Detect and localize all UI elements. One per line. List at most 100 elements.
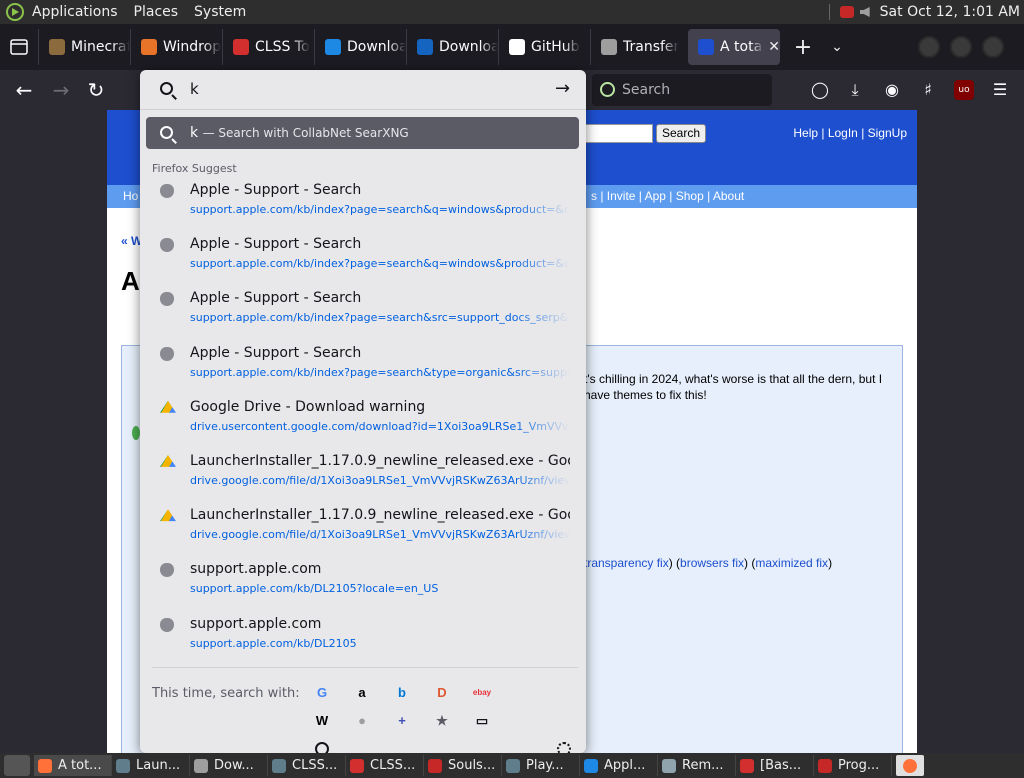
- maximized-fix-link[interactable]: maximized fix: [755, 556, 828, 570]
- history-icon[interactable]: [315, 742, 329, 753]
- tab-title: Transfer: [623, 39, 680, 55]
- tab-6[interactable]: Transfer: [590, 29, 682, 65]
- prog-icon: [818, 758, 832, 773]
- clss-icon: [233, 39, 249, 55]
- suggest-result[interactable]: Apple - Support - Search support.apple.co…: [140, 341, 586, 395]
- pocket-icon[interactable]: ◯: [810, 80, 830, 100]
- ublock-origin-icon[interactable]: uo: [954, 80, 974, 100]
- taskbar-item-label: Play...: [526, 758, 564, 773]
- url-input[interactable]: k →: [140, 70, 586, 110]
- tab-2[interactable]: CLSS To: [222, 29, 314, 65]
- firefox-view-button[interactable]: [0, 24, 38, 70]
- tab-title: A total: [720, 39, 765, 55]
- menu-places[interactable]: Places: [134, 4, 179, 20]
- heuristic-text: k — Search with CollabNet SearXNG: [190, 125, 409, 141]
- google-icon[interactable]: G: [312, 683, 332, 703]
- suggest-result[interactable]: Apple - Support - Search support.apple.co…: [140, 178, 586, 232]
- searx-icon[interactable]: ●: [352, 711, 372, 731]
- wikipedia-icon[interactable]: W: [312, 711, 332, 731]
- search-engine-icon: [600, 82, 615, 97]
- suggest-result[interactable]: support.apple.com support.apple.com/kb/DL…: [140, 557, 586, 611]
- volume-icon[interactable]: [859, 7, 870, 17]
- tabs-icon[interactable]: ▭: [472, 711, 492, 731]
- bookmarks-star-icon[interactable]: ★: [432, 711, 452, 731]
- taskbar-item[interactable]: CLSS...: [346, 755, 424, 776]
- tab-title: Minecraft: [71, 39, 130, 55]
- menu-icon[interactable]: ☰: [990, 80, 1010, 100]
- suggest-result[interactable]: LauncherInstaller_1.17.0.9_newline_relea…: [140, 449, 586, 503]
- taskbar-item[interactable]: Prog...: [814, 755, 892, 776]
- settings-gear-icon[interactable]: [557, 742, 571, 753]
- suggest-result[interactable]: Apple - Support - Search support.apple.co…: [140, 232, 586, 286]
- search-icon: [160, 82, 173, 95]
- taskbar-item[interactable]: Souls...: [424, 755, 502, 776]
- task-list: A tot... Laun... Dow... CLSS... CLSS... Souls…: [34, 755, 892, 776]
- taskbar-item[interactable]: Rem...: [658, 755, 736, 776]
- tab-title: Downloa: [347, 39, 406, 55]
- result-url: drive.usercontent.google.com/download?id…: [190, 419, 570, 433]
- taskbar-item-label: A tot...: [58, 758, 102, 773]
- taskbar-item[interactable]: Dow...: [190, 755, 268, 776]
- taskbar-item[interactable]: Appl...: [580, 755, 658, 776]
- fix-close-paren: ): [828, 556, 833, 570]
- firefox-launcher-icon[interactable]: [896, 755, 924, 776]
- site-nav-home[interactable]: Ho: [123, 185, 138, 208]
- maximize-button[interactable]: [950, 36, 972, 58]
- suggest-result[interactable]: LauncherInstaller_1.17.0.9_newline_relea…: [140, 503, 586, 557]
- url-input-text[interactable]: k: [190, 80, 199, 98]
- tab-4[interactable]: Downloa: [406, 29, 498, 65]
- result-url: support.apple.com/kb/DL2105?locale=en_US: [190, 582, 439, 596]
- site-account-links[interactable]: Help | LogIn | SignUp: [793, 126, 907, 140]
- tab-7[interactable]: A total ✕: [688, 29, 780, 65]
- forward-button[interactable]: →: [49, 78, 73, 102]
- amazon-icon[interactable]: a: [352, 683, 372, 703]
- site-search-button[interactable]: Search: [656, 124, 706, 143]
- result-title: Apple - Support - Search: [190, 182, 362, 198]
- site-nav-links[interactable]: s | Invite | App | Shop | About: [591, 185, 744, 208]
- taskbar-item[interactable]: [Bas...: [736, 755, 814, 776]
- close-window-button[interactable]: [982, 36, 1004, 58]
- taskbar-item[interactable]: A tot...: [34, 755, 112, 776]
- add-engine-icon[interactable]: +: [392, 711, 412, 731]
- tab-3[interactable]: Downloa: [314, 29, 406, 65]
- firefox-icon: [38, 758, 52, 773]
- recording-indicator-icon[interactable]: [839, 6, 854, 18]
- extensions-icon[interactable]: ♯: [918, 80, 938, 100]
- show-desktop-icon[interactable]: [4, 755, 30, 776]
- account-icon[interactable]: ◉: [882, 80, 902, 100]
- taskbar-item-label: Dow...: [214, 758, 254, 773]
- taskbar-item-label: Prog...: [838, 758, 880, 773]
- tab-5[interactable]: GitHub: [498, 29, 590, 65]
- suggest-result[interactable]: Google Drive - Download warning drive.use…: [140, 395, 586, 449]
- tab-0[interactable]: Minecraft: [38, 29, 130, 65]
- menu-system[interactable]: System: [194, 4, 246, 20]
- download-icon: [325, 39, 341, 55]
- clock[interactable]: Sat Oct 12, 1:01 AM: [880, 4, 1020, 20]
- back-button[interactable]: ←: [12, 78, 36, 102]
- transparency-fix-link[interactable]: transparency fix: [584, 556, 669, 570]
- list-all-tabs-button[interactable]: ⌄: [820, 39, 854, 55]
- oneoff-label: This time, search with:: [152, 686, 300, 701]
- menu-applications[interactable]: Applications: [32, 4, 118, 20]
- tab-title: Windrop: [163, 39, 222, 55]
- taskbar-item[interactable]: CLSS...: [268, 755, 346, 776]
- new-tab-button[interactable]: +: [786, 35, 820, 60]
- suggest-result[interactable]: support.apple.com support.apple.com/kb/DL…: [140, 612, 586, 666]
- reload-button[interactable]: ↻: [84, 78, 108, 102]
- heuristic-search-result[interactable]: k — Search with CollabNet SearXNG: [146, 117, 579, 149]
- heuristic-query: k: [190, 125, 199, 141]
- ebay-icon[interactable]: ebay: [472, 683, 492, 703]
- browsers-fix-link[interactable]: browsers fix: [680, 556, 744, 570]
- minimize-button[interactable]: [918, 36, 940, 58]
- close-tab-icon[interactable]: ✕: [768, 39, 780, 55]
- duckduckgo-icon[interactable]: D: [432, 683, 452, 703]
- search-bar[interactable]: Search: [592, 74, 772, 106]
- taskbar-item[interactable]: Play...: [502, 755, 580, 776]
- applications-logo-icon[interactable]: [6, 3, 24, 21]
- go-arrow-icon[interactable]: →: [555, 78, 570, 99]
- suggest-result[interactable]: Apple - Support - Search support.apple.co…: [140, 286, 586, 340]
- downloads-icon[interactable]: ⤓: [845, 80, 865, 100]
- taskbar-item[interactable]: Laun...: [112, 755, 190, 776]
- tab-1[interactable]: Windrop: [130, 29, 222, 65]
- bing-icon[interactable]: b: [392, 683, 412, 703]
